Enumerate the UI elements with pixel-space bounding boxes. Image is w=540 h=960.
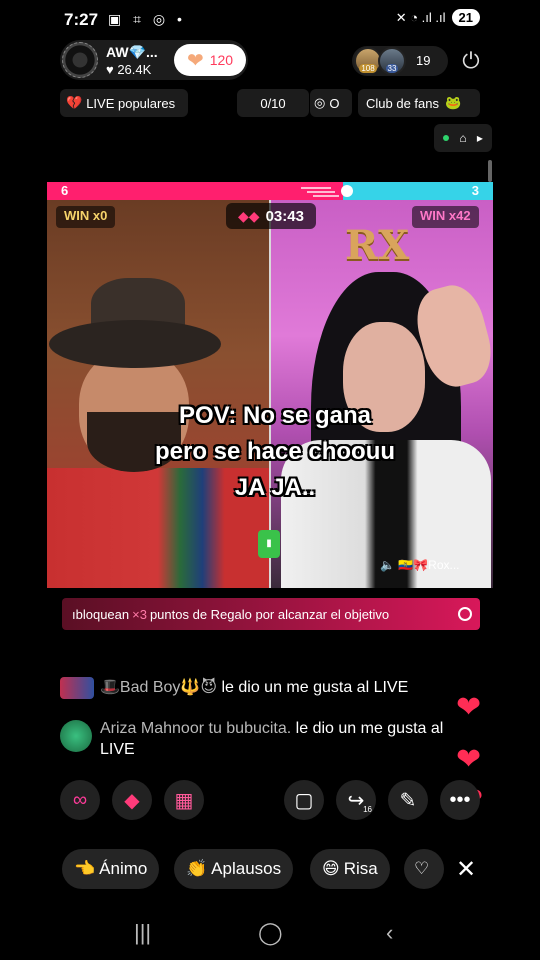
banner-info-icon[interactable] [458,607,472,621]
laugh-icon: 😄 [322,859,340,878]
system-nav-bar: ||| ◯ ‹ [0,918,540,958]
video-caption: POV: No se gana pero se hace choouu JA J… [154,402,396,501]
status-bar: 7:27 ▣ ⌗ ◎ • ✕ ◔ .ıl .ıl 21 [0,0,540,38]
goal-progress[interactable]: 0/10 [237,89,309,117]
host-likes: ♥ 26.4K [106,62,152,77]
infinity-icon: ∞ [72,788,88,811]
cheer-icon: 👈 [74,859,96,878]
win-streak-right: WIN x42 [412,206,479,228]
host-name: AW💎... [106,44,158,60]
right-score: 3 [471,183,479,198]
apps-button[interactable]: ▦ [164,780,204,820]
mini-controls[interactable]: ⌂ ▸ [434,124,492,152]
effects-button[interactable]: ✎ [388,780,428,820]
viewer-avatar[interactable]: 33 [378,47,406,75]
rx-balloon: RX [345,222,410,269]
goal-button[interactable]: ◎ O [310,89,352,117]
battle-icon: ◆ [124,789,140,812]
reaction-chip-animo[interactable]: 👈 Ánimo [62,849,160,889]
heart-icon: ❤ [186,49,204,72]
home-icon[interactable]: ⌂ [459,131,466,145]
recent-apps-icon[interactable]: ||| [134,920,151,946]
grid-icon: ▦ [174,789,194,812]
clap-icon: 👏 [186,859,208,878]
more-button[interactable]: ••• [440,780,480,820]
share-icon: ↪ [347,789,365,812]
comment-item[interactable]: Ariza Mahnoor tu bubucita. le dio un me … [60,718,480,760]
gift-goal-banner[interactable]: ıbloquean ×3 puntos de Regalo por alcanz… [62,598,480,630]
battle-score-bar: 6 3 [47,182,493,200]
score-bar-right [343,182,493,200]
play-icon[interactable]: ▸ [477,131,483,145]
comment-text: le dio un me gusta al LIVE [221,679,409,696]
battle-icon: ◆◆ [238,207,260,224]
floating-heart-icon: ❤ [456,691,482,724]
share-button[interactable]: ↪ 16 [336,780,376,820]
left-streamer-video[interactable] [47,200,269,588]
battery-icon: 21 [451,9,480,26]
fan-club-button[interactable]: Club de fans 🐸 [358,89,480,117]
chat-icon: ▢ [294,789,314,812]
more-icon: ••• [449,788,471,811]
comment-item[interactable]: 🎩Bad Boy🔱😈 le dio un me gusta al LIVE [60,677,460,699]
chat-button[interactable]: ▢ [284,780,324,820]
clock: 7:27 [64,10,99,29]
back-icon[interactable]: ‹ [386,920,393,946]
like-button[interactable]: ❤ 120 [174,44,246,76]
signal-icons: ✕ ◔ .ıl .ıl [395,9,446,25]
live-popular-button[interactable]: 💔 LIVE populares [60,89,188,117]
floating-heart-icon: ❤ [456,743,482,776]
commenter-avatar[interactable] [60,677,94,699]
reaction-chip-heart[interactable]: ♡ [404,849,444,889]
battle-button[interactable]: ◆ [112,780,152,820]
heart-outline-icon: ♡ [414,859,430,878]
fan-mascot-icon: 🐸 [445,95,462,110]
right-streamer-video[interactable]: RX [271,200,493,588]
magic-wand-icon: ✎ [399,789,417,812]
close-reactions-button[interactable]: ✕ [452,855,480,884]
power-icon[interactable]: ⏻ [458,48,484,74]
notification-icons: ▣ ⌗ ◎ • [108,11,186,27]
reaction-chip-risa[interactable]: 😄 Risa [310,849,390,889]
score-bar-left [47,182,343,200]
share-count: 16 [363,805,372,814]
viewer-count: 19 [416,53,431,68]
viewer-list[interactable]: 108 33 19 [352,46,448,76]
home-circle-icon[interactable]: ◯ [258,920,283,946]
status-right: ✕ ◔ .ıl .ıl 21 [396,9,480,26]
juice-box-icon: ▮ [258,530,280,558]
right-streamer-tag[interactable]: 🔈 🇪🇨🎀Rox... [380,558,460,572]
host-avatar[interactable] [62,42,98,78]
battle-timer: ◆◆ 03:43 [226,203,316,229]
win-streak-left: WIN x0 [56,206,116,228]
left-score: 6 [61,183,69,198]
scroll-indicator [488,160,492,182]
commenter-avatar[interactable] [60,720,92,752]
broken-heart-icon: 💔 [66,95,83,110]
target-icon: ◎ [314,95,326,110]
online-dot-icon [443,135,450,141]
streak-icon [301,185,353,197]
like-count: 120 [209,52,234,68]
reaction-chip-aplausos[interactable]: 👏 Aplausos [174,849,294,889]
link-button[interactable]: ∞ [60,780,100,820]
comment-username[interactable]: 🎩Bad Boy🔱😈 [100,679,217,696]
comment-username[interactable]: Ariza Mahnoor tu bubucita. [100,720,291,737]
